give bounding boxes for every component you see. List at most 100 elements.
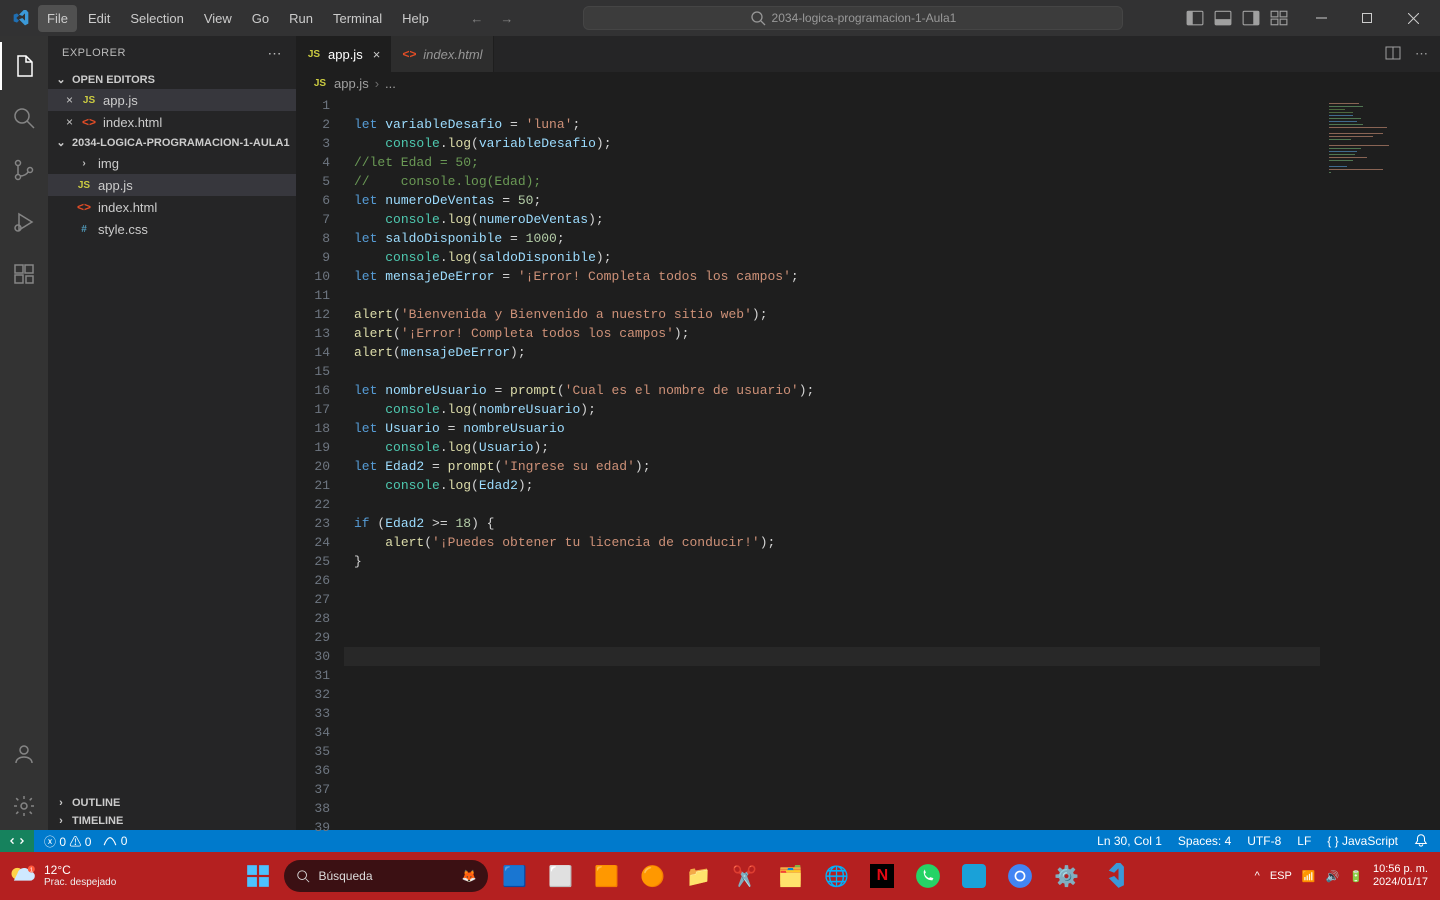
menu-help[interactable]: Help xyxy=(393,5,438,32)
split-editor-icon[interactable] xyxy=(1385,45,1401,64)
activity-search-icon[interactable] xyxy=(0,94,48,142)
activity-run-debug-icon[interactable] xyxy=(0,198,48,246)
menu-edit[interactable]: Edit xyxy=(79,5,119,32)
tray-chevron-icon[interactable]: ^ xyxy=(1255,870,1260,882)
taskbar-app-explorer[interactable]: 🗂️ xyxy=(770,856,810,896)
close-editor-icon[interactable]: × xyxy=(66,93,73,107)
css-file-icon: # xyxy=(76,221,92,237)
js-file-icon: JS xyxy=(76,177,92,193)
editor-tab[interactable]: <>index.html xyxy=(391,36,493,72)
taskbar-app-copilot[interactable]: 🟦 xyxy=(494,856,534,896)
taskbar-weather[interactable]: 1 12°C Prac. despejado xyxy=(8,862,116,890)
tab-bar: JSapp.js×<>index.html ⋯ xyxy=(296,36,1440,72)
open-editor-item[interactable]: ×JSapp.js xyxy=(48,89,296,111)
svg-text:1: 1 xyxy=(30,867,33,873)
tab-more-icon[interactable]: ⋯ xyxy=(1415,46,1428,62)
tray-battery-icon[interactable]: 🔋 xyxy=(1349,870,1363,883)
menu-terminal[interactable]: Terminal xyxy=(324,5,391,32)
activity-extensions-icon[interactable] xyxy=(0,250,48,298)
tree-item[interactable]: ›img xyxy=(48,152,296,174)
tree-item[interactable]: # style.css xyxy=(48,218,296,240)
titlebar: FileEditSelectionViewGoRunTerminalHelp ←… xyxy=(0,0,1440,36)
html-file-icon: <> xyxy=(81,114,97,130)
tray-language[interactable]: ESP xyxy=(1270,870,1292,882)
activity-source-control-icon[interactable] xyxy=(0,146,48,194)
js-file-icon: JS xyxy=(306,46,322,62)
html-file-icon: <> xyxy=(76,199,92,215)
breadcrumb[interactable]: JS app.js › ... xyxy=(296,72,1440,94)
tray-volume-icon[interactable]: 🔊 xyxy=(1326,870,1340,883)
tree-item[interactable]: JSapp.js xyxy=(48,174,296,196)
close-tab-icon[interactable]: × xyxy=(369,47,381,62)
taskbar-app-chrome[interactable] xyxy=(1000,856,1040,896)
taskbar-search[interactable]: Búsqueda 🦊 xyxy=(284,860,488,892)
folder-icon: › xyxy=(76,155,92,171)
customize-layout-icon[interactable] xyxy=(1270,9,1288,27)
vscode-logo-icon xyxy=(4,10,38,26)
section-project[interactable]: ⌄2034-LOGICA-PROGRAMACION-1-AULA1 xyxy=(48,133,296,152)
js-file-icon: JS xyxy=(312,75,328,91)
activity-bar xyxy=(0,36,48,830)
menu-file[interactable]: File xyxy=(38,5,77,32)
status-encoding[interactable]: UTF-8 xyxy=(1247,834,1281,848)
taskbar-app-whatsapp[interactable] xyxy=(908,856,948,896)
window-minimize-icon[interactable] xyxy=(1298,0,1344,36)
window-close-icon[interactable] xyxy=(1390,0,1436,36)
activity-explorer-icon[interactable] xyxy=(0,42,48,90)
taskbar-app-vscode[interactable] xyxy=(1092,856,1132,896)
taskbar-app-filemgr[interactable]: 📁 xyxy=(678,856,718,896)
editor-area: JSapp.js×<>index.html ⋯ JS app.js › ... … xyxy=(296,36,1440,830)
notifications-bell-icon[interactable] xyxy=(1414,833,1428,850)
toggle-panel-left-icon[interactable] xyxy=(1186,9,1204,27)
close-editor-icon[interactable]: × xyxy=(66,115,73,129)
file-name-label: index.html xyxy=(103,115,162,130)
file-name-label: style.css xyxy=(98,222,148,237)
taskbar-app-taskview[interactable]: ⬜ xyxy=(540,856,580,896)
menu-selection[interactable]: Selection xyxy=(121,5,192,32)
section-open-editors[interactable]: ⌄OPEN EDITORS xyxy=(48,70,296,89)
section-timeline[interactable]: ›TIMELINE xyxy=(48,812,296,830)
tree-item[interactable]: <> index.html xyxy=(48,196,296,218)
sidebar-more-icon[interactable]: ⋯ xyxy=(268,45,283,62)
taskbar-app-snip[interactable]: ✂️ xyxy=(724,856,764,896)
sidebar-title: EXPLORER xyxy=(62,47,126,59)
minimap[interactable]: ▬▬▬▬▬▬▬▬▬▬▬▬▬▬▬▬▬▬▬▬▬▬▬▬▬▬▬▬▬▬▬▬▬▬▬▬▬▬▬▬… xyxy=(1320,94,1440,830)
status-language[interactable]: { } JavaScript xyxy=(1327,834,1398,848)
nav-forward-icon[interactable]: → xyxy=(494,5,520,31)
taskbar-app-prime[interactable] xyxy=(954,856,994,896)
tray-wifi-icon[interactable]: 📶 xyxy=(1302,870,1316,883)
remote-indicator-icon[interactable] xyxy=(0,830,34,852)
toggle-panel-bottom-icon[interactable] xyxy=(1214,9,1232,27)
editor-tab[interactable]: JSapp.js× xyxy=(296,36,391,72)
section-outline[interactable]: ›OUTLINE xyxy=(48,794,296,812)
taskbar-app-settings[interactable]: ⚙️ xyxy=(1046,856,1086,896)
status-eol[interactable]: LF xyxy=(1297,834,1311,848)
html-file-icon: <> xyxy=(401,46,417,62)
taskbar-app-xampp[interactable]: 🟠 xyxy=(632,856,672,896)
menu-run[interactable]: Run xyxy=(280,5,322,32)
status-ports[interactable]: 0 xyxy=(103,834,127,848)
menu-go[interactable]: Go xyxy=(243,5,278,32)
start-button-icon[interactable] xyxy=(238,856,278,896)
activity-settings-icon[interactable] xyxy=(0,782,48,830)
command-center-search[interactable]: 2034-logica-programacion-1-Aula1 xyxy=(583,6,1123,30)
windows-taskbar: 1 12°C Prac. despejado Búsqueda 🦊 🟦 ⬜ 🟧 … xyxy=(0,852,1440,900)
status-spaces[interactable]: Spaces: 4 xyxy=(1178,834,1231,848)
window-maximize-icon[interactable] xyxy=(1344,0,1390,36)
file-name-label: index.html xyxy=(98,200,157,215)
status-cursor-position[interactable]: Ln 30, Col 1 xyxy=(1097,834,1162,848)
menu-view[interactable]: View xyxy=(195,5,241,32)
code-editor[interactable]: let variableDesafio = 'luna'; console.lo… xyxy=(344,94,1320,830)
taskbar-tray[interactable]: ^ ESP 📶 🔊 🔋 10:56 p. m. 2024/01/17 xyxy=(1255,863,1432,889)
open-editor-item[interactable]: × <> index.html xyxy=(48,111,296,133)
activity-accounts-icon[interactable] xyxy=(0,730,48,778)
nav-back-icon[interactable]: ← xyxy=(464,5,490,31)
taskbar-app-edge[interactable]: 🌐 xyxy=(816,856,856,896)
taskbar-app-netflix[interactable]: N xyxy=(862,856,902,896)
taskbar-clock[interactable]: 10:56 p. m. 2024/01/17 xyxy=(1373,863,1432,889)
sidebar-explorer: EXPLORER ⋯ ⌄OPEN EDITORS ×JSapp.js×<>ind… xyxy=(48,36,296,830)
command-center-text: 2034-logica-programacion-1-Aula1 xyxy=(772,11,957,25)
taskbar-app-powerpoint[interactable]: 🟧 xyxy=(586,856,626,896)
toggle-panel-right-icon[interactable] xyxy=(1242,9,1260,27)
status-errors[interactable]: ⓧ 0 ⚠ 0 xyxy=(44,833,91,850)
